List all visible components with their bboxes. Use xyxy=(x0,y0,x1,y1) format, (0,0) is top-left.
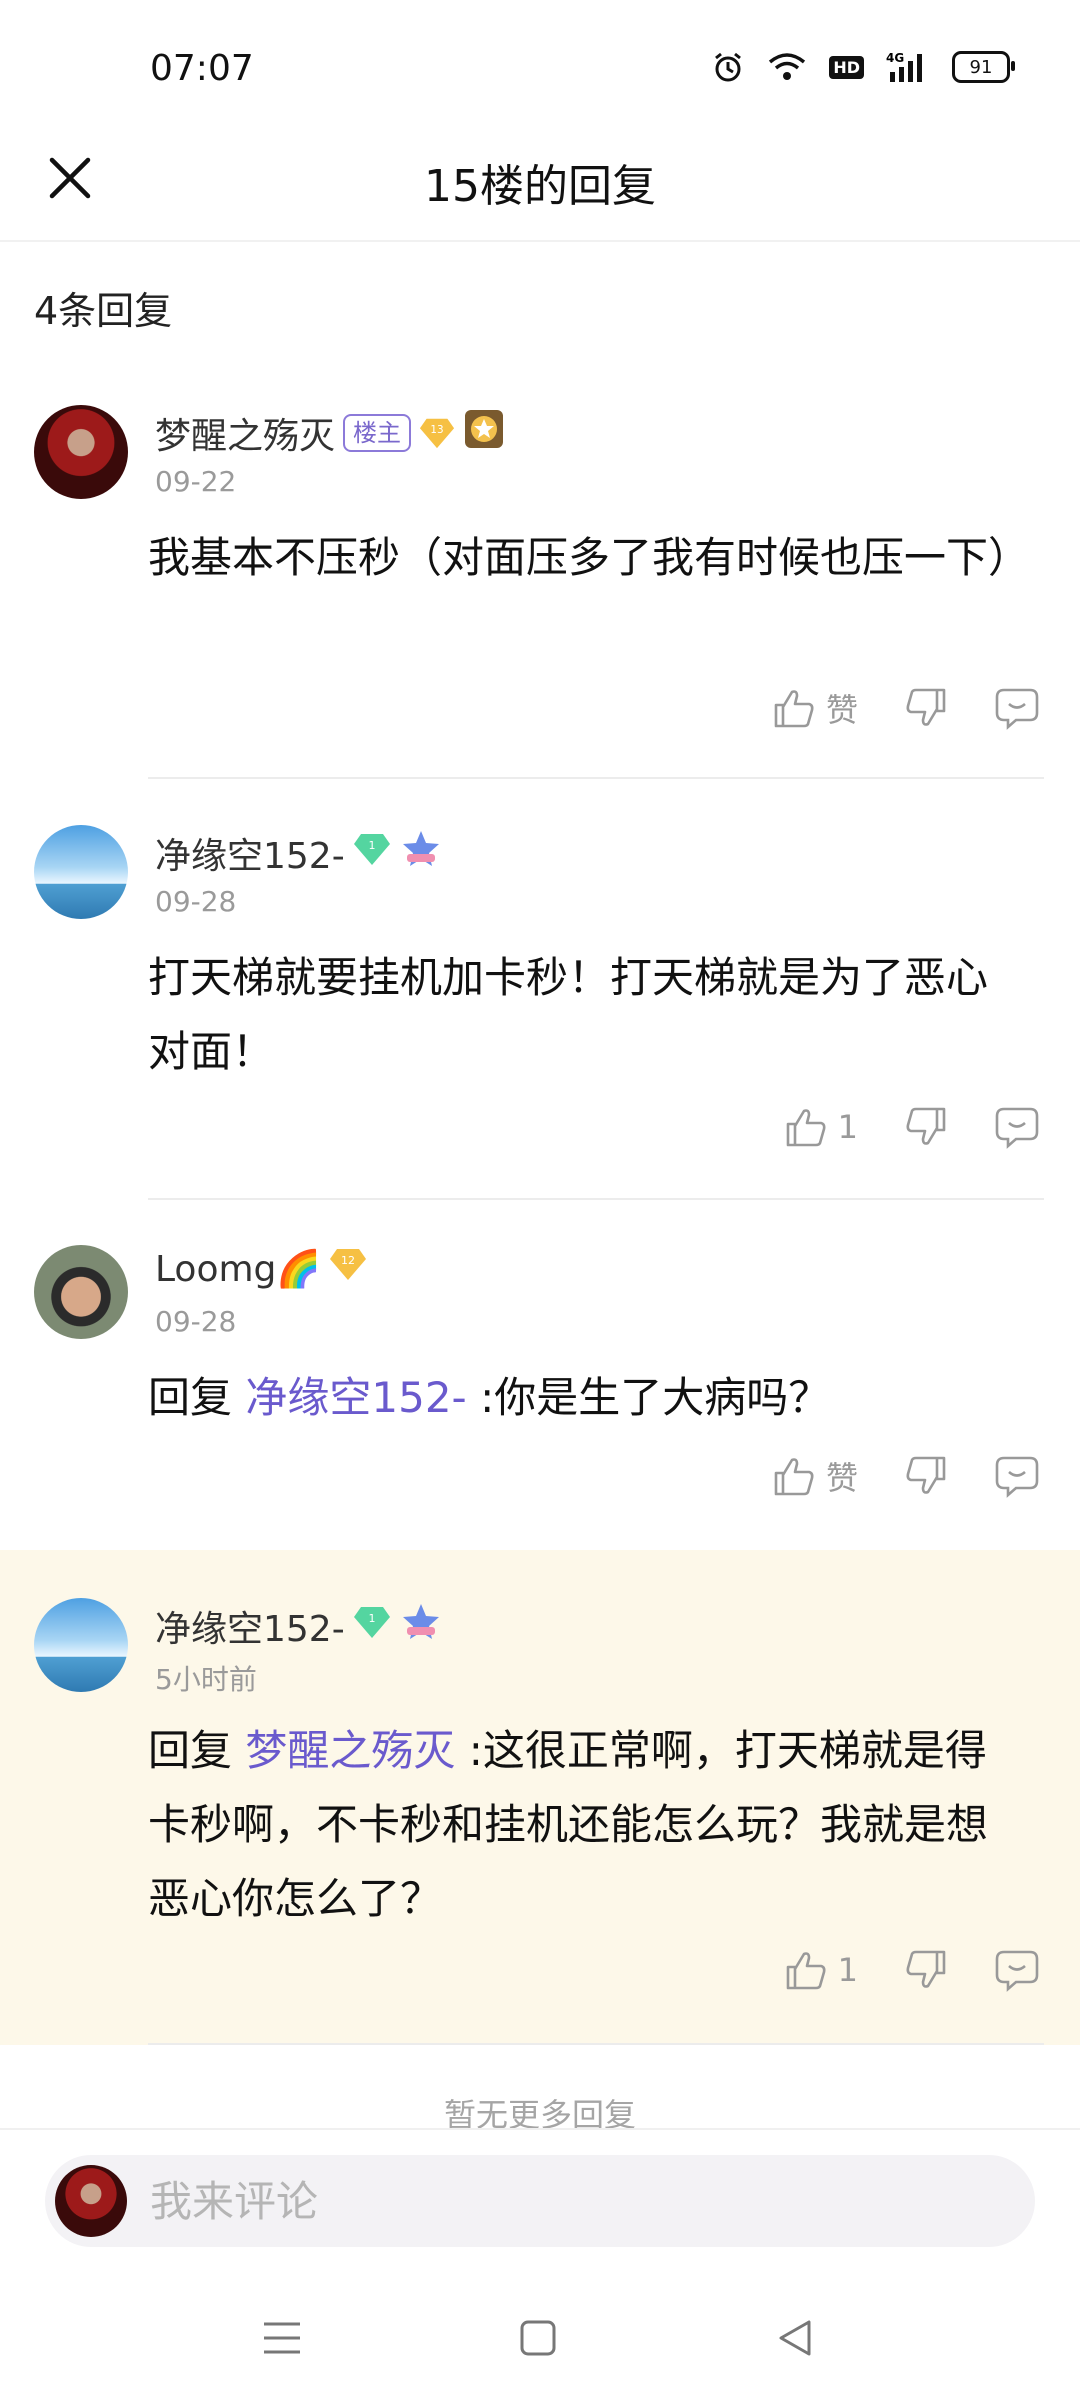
comment-input-bar xyxy=(0,2128,1080,2270)
divider xyxy=(148,2043,1044,2045)
mention-link[interactable]: 净缘空152- xyxy=(245,1373,466,1422)
reply-button[interactable] xyxy=(994,1454,1040,1498)
medal-icon xyxy=(463,408,505,459)
signal-4g-icon: 4G xyxy=(886,50,930,84)
star-medal-icon xyxy=(399,829,443,878)
comment-date: 09-22 xyxy=(155,465,237,498)
like-count: 赞 xyxy=(825,691,858,729)
menu-icon xyxy=(264,2322,300,2354)
username[interactable]: 净缘空152- xyxy=(155,1600,345,1652)
thumbs-down-icon xyxy=(906,1950,946,1988)
mention-link[interactable]: 梦醒之殇灭 xyxy=(245,1726,455,1775)
comment-icon xyxy=(995,1950,1039,1992)
thumbs-down-icon xyxy=(906,1107,946,1145)
divider xyxy=(148,777,1044,779)
comment-item: Loomg🌈 12 09-28 回复 净缘空152- :你是生了大病吗？ 赞 xyxy=(0,1235,1080,1550)
level-badge-icon: 1 xyxy=(353,1605,391,1648)
comment-author: 梦醒之殇灭 楼主 13 xyxy=(155,407,505,459)
comment-text: 回复 梦醒之殇灭 :这很正常啊，打天梯就是得卡秒啊，不卡秒和挂机还能怎么玩？我就… xyxy=(148,1714,1028,1936)
menu-button[interactable] xyxy=(252,2308,312,2368)
comment-date: 5小时前 xyxy=(155,1663,257,1696)
comment-item-highlighted: 净缘空152- 1 5小时前 回复 梦醒之殇灭 :这很正常啊，打天梯就是得卡秒啊… xyxy=(0,1550,1080,2045)
comment-body: :你是生了大病吗？ xyxy=(480,1373,831,1422)
thumbs-down-icon xyxy=(906,1456,946,1494)
reply-count: 4条回复 xyxy=(34,289,173,333)
like-count: 1 xyxy=(837,1951,858,1989)
comment-item: 梦醒之殇灭 楼主 13 09-22 我基本不压秒（对面压多了我有时候也压一下） … xyxy=(0,395,1080,780)
comment-actions: 赞 xyxy=(726,1453,1040,1499)
like-count: 1 xyxy=(837,1108,858,1146)
status-bar: 07:07 HD 4G 91 xyxy=(0,0,1080,120)
back-triangle-icon xyxy=(779,2320,811,2356)
like-button[interactable]: 1 xyxy=(784,1948,858,1992)
svg-text:13: 13 xyxy=(430,424,443,436)
alarm-icon xyxy=(711,50,745,84)
comment-date: 09-28 xyxy=(155,885,237,918)
like-button[interactable]: 赞 xyxy=(772,1453,858,1499)
status-icons: HD 4G 91 xyxy=(711,50,1015,84)
svg-text:1: 1 xyxy=(368,1612,375,1625)
thumbs-up-icon xyxy=(786,1109,826,1147)
thumbs-up-icon xyxy=(774,690,814,728)
comment-actions: 赞 xyxy=(726,685,1040,731)
divider xyxy=(148,1198,1044,1200)
comment-item: 净缘空152- 1 09-28 打天梯就要挂机加卡秒！打天梯就是为了恶心对面！ … xyxy=(0,815,1080,1200)
my-avatar[interactable] xyxy=(55,2165,127,2237)
comment-actions: 1 xyxy=(738,1948,1040,1992)
avatar[interactable] xyxy=(34,1245,128,1339)
avatar[interactable] xyxy=(34,405,128,499)
battery-icon: 91 xyxy=(952,51,1015,83)
status-time: 07:07 xyxy=(150,48,254,89)
avatar[interactable] xyxy=(34,1598,128,1692)
thumbs-up-icon xyxy=(786,1952,826,1990)
like-button[interactable]: 赞 xyxy=(772,685,858,731)
comment-actions: 1 xyxy=(738,1105,1040,1149)
like-button[interactable]: 1 xyxy=(784,1105,858,1149)
dislike-button[interactable] xyxy=(904,1948,948,1992)
system-nav-bar xyxy=(0,2268,1080,2400)
dislike-button[interactable] xyxy=(904,686,948,730)
wifi-icon xyxy=(767,51,807,83)
comment-text: 我基本不压秒（对面压多了我有时候也压一下） xyxy=(148,533,1031,582)
comment-text: 回复 净缘空152- :你是生了大病吗？ xyxy=(148,1361,1028,1435)
reply-prefix: 回复 xyxy=(148,1373,233,1422)
level-badge-icon: 13 xyxy=(419,415,455,451)
username[interactable]: 净缘空152- xyxy=(155,827,345,879)
avatar[interactable] xyxy=(34,825,128,919)
comment-icon xyxy=(995,1107,1039,1149)
dislike-button[interactable] xyxy=(904,1454,948,1498)
svg-text:4G: 4G xyxy=(886,51,904,65)
level-badge-icon: 1 xyxy=(353,832,391,875)
comment-author: 净缘空152- 1 xyxy=(155,1600,443,1652)
header-bar: 15楼的回复 xyxy=(0,120,1080,242)
thumbs-down-icon xyxy=(906,688,946,726)
back-button[interactable] xyxy=(765,2308,825,2368)
reply-button[interactable] xyxy=(994,1105,1040,1149)
comment-date: 09-28 xyxy=(155,1305,237,1338)
comment-text: 打天梯就要挂机加卡秒！打天梯就是为了恶心对面！ xyxy=(148,953,989,1076)
comment-author: 净缘空152- 1 xyxy=(155,827,443,879)
username[interactable]: Loomg🌈 xyxy=(155,1248,321,1290)
like-count: 赞 xyxy=(825,1459,858,1497)
dislike-button[interactable] xyxy=(904,1105,948,1149)
home-button[interactable] xyxy=(508,2308,568,2368)
page-title: 15楼的回复 xyxy=(424,161,656,212)
owner-badge: 楼主 xyxy=(343,414,412,452)
thumbs-up-icon xyxy=(774,1458,814,1496)
comment-icon xyxy=(995,1456,1039,1498)
level-badge-icon: 12 xyxy=(329,1247,367,1290)
comment-icon xyxy=(995,688,1039,730)
square-home-icon xyxy=(520,2320,556,2356)
hd-icon: HD xyxy=(829,55,864,79)
star-medal-icon xyxy=(399,1602,443,1651)
reply-button[interactable] xyxy=(994,1948,1040,1992)
reply-prefix: 回复 xyxy=(148,1726,233,1775)
svg-text:1: 1 xyxy=(368,839,375,852)
username[interactable]: 梦醒之殇灭 xyxy=(155,407,335,459)
svg-text:12: 12 xyxy=(341,1254,355,1267)
comment-author: Loomg🌈 12 xyxy=(155,1247,367,1290)
reply-button[interactable] xyxy=(994,686,1040,730)
comment-input[interactable] xyxy=(45,2155,1035,2247)
